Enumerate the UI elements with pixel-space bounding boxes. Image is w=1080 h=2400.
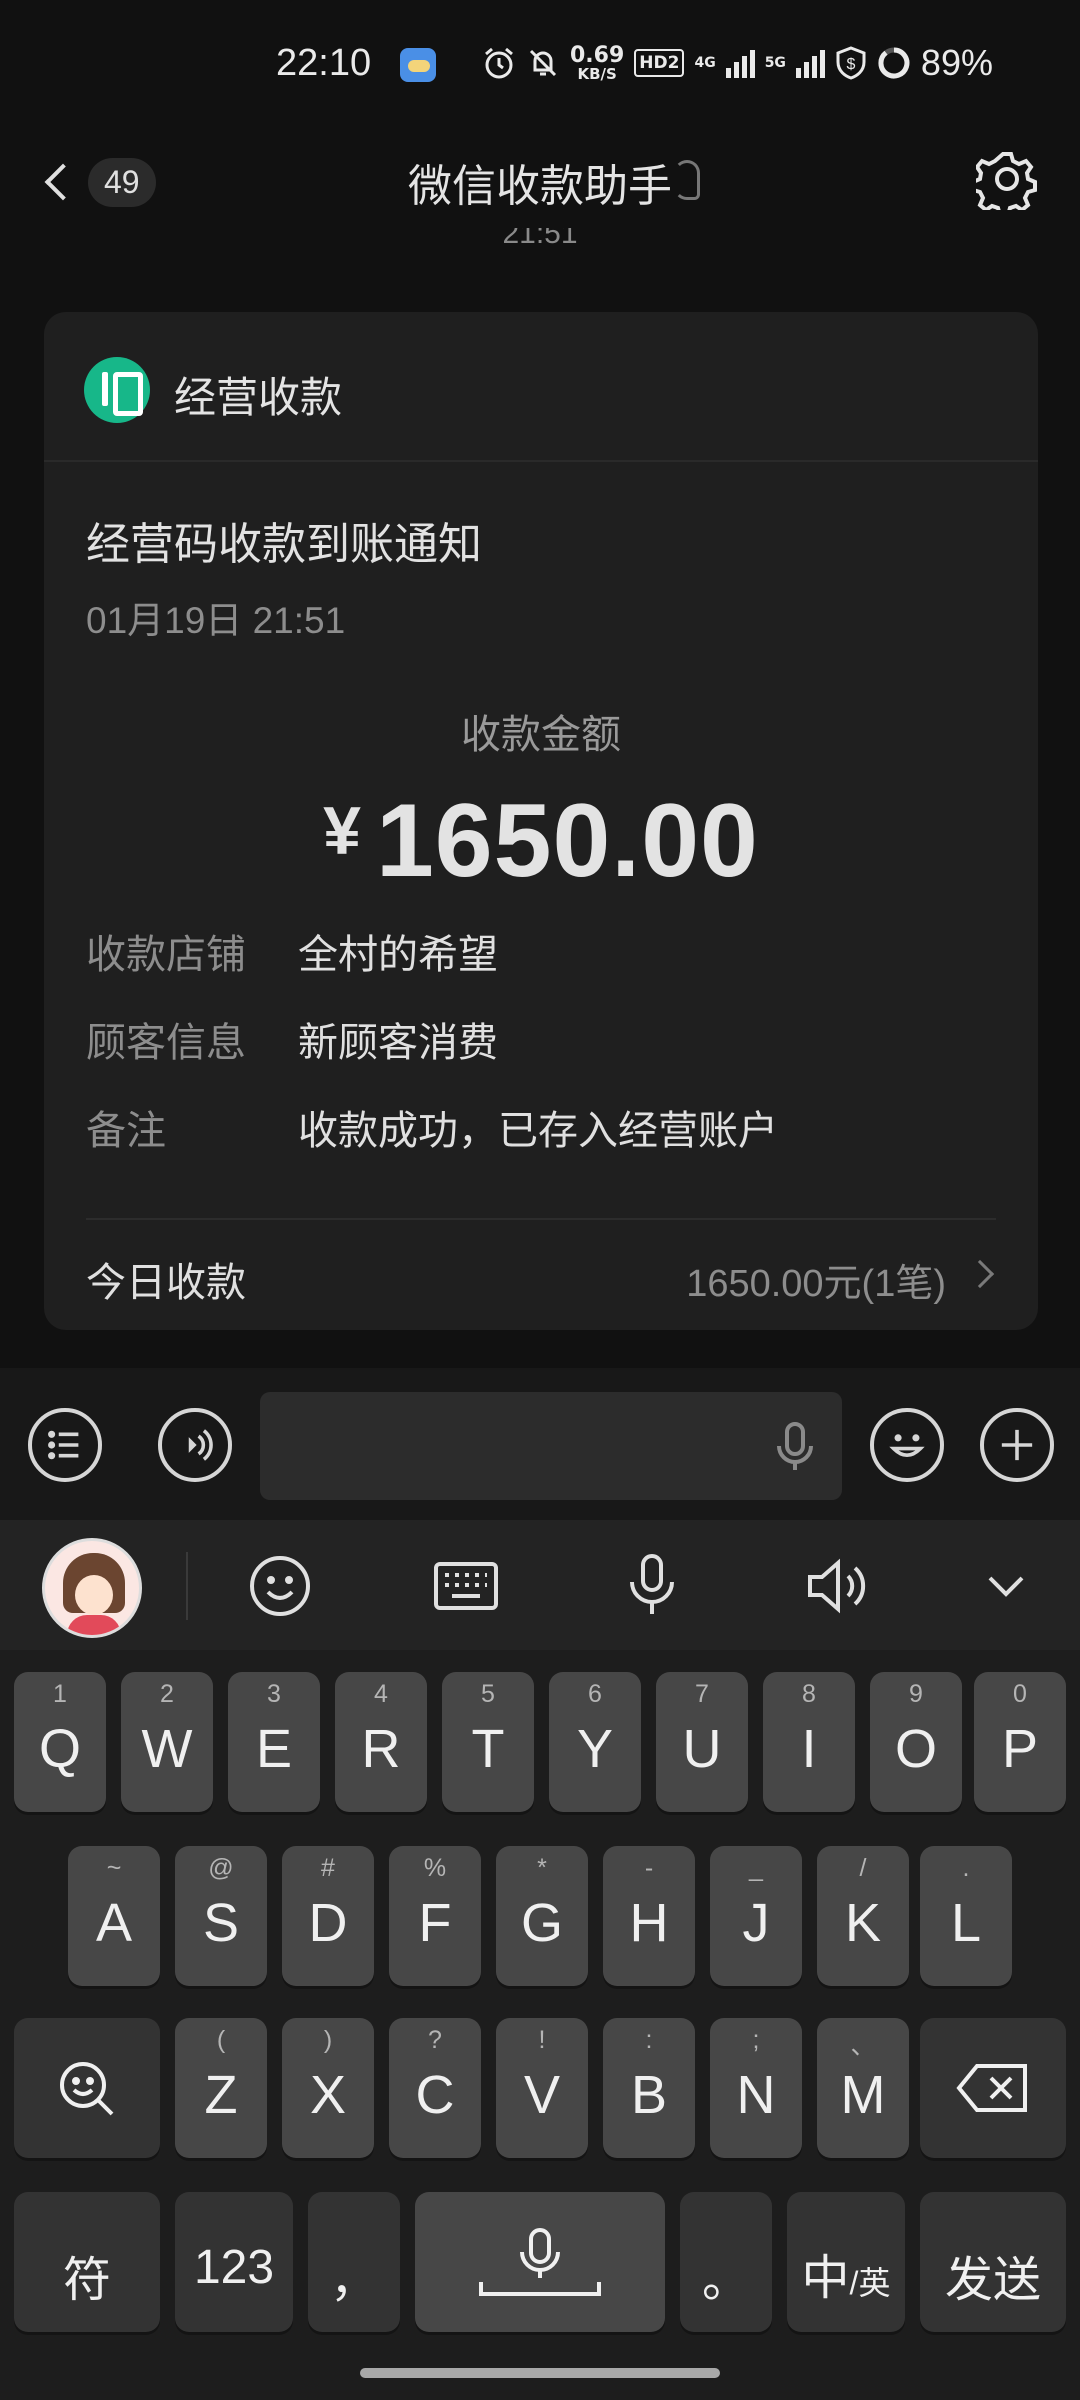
today-summary-link[interactable]: 今日收款 1650.00元(1笔)	[86, 1250, 996, 1310]
status-bar: 22:10 0.69 KB/S HD2 4G 5G $ 89%	[0, 0, 1080, 130]
network-type-2: 5G	[764, 55, 786, 71]
key-w[interactable]: 2W	[121, 1672, 213, 1812]
signal-icon	[725, 48, 755, 78]
key-t[interactable]: 5T	[442, 1672, 534, 1812]
info-key: 顾客信息	[86, 1020, 246, 1066]
soft-keyboard: 1Q 2W 3E 4R 5T 6Y 7U 8I 9O 0P ~ A @ S # D %…	[0, 1520, 1080, 2400]
voice-mode-icon[interactable]	[158, 1408, 232, 1482]
key-h[interactable]: -H	[603, 1846, 695, 1986]
info-value: 全村的希望	[298, 932, 498, 978]
key-l[interactable]: .L	[920, 1846, 1012, 1986]
key-v[interactable]: ! V	[496, 2018, 588, 2158]
battery-percent: 89%	[920, 42, 993, 83]
notice-time: 01月19日 21:51	[86, 600, 346, 641]
chevron-right-icon	[965, 1259, 995, 1289]
search-key[interactable]	[14, 2018, 160, 2158]
toolbar-divider	[186, 1552, 188, 1620]
mute-icon	[529, 49, 557, 77]
alarm-icon	[485, 47, 513, 79]
list-icon[interactable]	[28, 1408, 102, 1482]
key-b[interactable]: :B	[603, 2018, 695, 2158]
signal-icon-2	[795, 48, 825, 78]
key-f[interactable]: % F	[389, 1846, 481, 1986]
svg-text:$: $	[846, 56, 855, 73]
plus-icon[interactable]	[980, 1408, 1054, 1482]
status-icons: 0.69 KB/S HD2 4G 5G $ 89%	[482, 42, 993, 84]
key-y[interactable]: 6Y	[549, 1672, 641, 1812]
key-j[interactable]: _ J	[710, 1846, 802, 1986]
key-p[interactable]: 0P	[974, 1672, 1066, 1812]
amount-label: 收款金额	[461, 712, 621, 758]
key-z[interactable]: (Z	[175, 2018, 267, 2158]
network-type-1: 4G	[694, 55, 716, 71]
key-n[interactable]: ; N	[710, 2018, 802, 2158]
send-key[interactable]: 发送	[920, 2192, 1066, 2332]
key-g[interactable]: * G	[496, 1846, 588, 1986]
status-time: 22:10	[276, 42, 372, 84]
avatar[interactable]	[42, 1538, 142, 1638]
number-key[interactable]: 123	[175, 2192, 293, 2332]
business-logo-icon	[84, 357, 150, 423]
currency-symbol: ¥	[323, 793, 362, 869]
key-q[interactable]: 1Q	[14, 1672, 106, 1812]
key-d[interactable]: # D	[282, 1846, 374, 1986]
divider	[86, 1218, 996, 1220]
key-o[interactable]: 9O	[870, 1672, 962, 1812]
key-i[interactable]: 8I	[763, 1672, 855, 1812]
comma-key[interactable]: ，	[308, 2192, 400, 2332]
key-s[interactable]: @ S	[175, 1846, 267, 1986]
symbol-key[interactable]: 符	[14, 2192, 160, 2332]
speaker-icon[interactable]	[800, 1548, 876, 1624]
key-a[interactable]: ~ A	[68, 1846, 160, 1986]
notice-title: 经营码收款到账通知	[86, 519, 482, 570]
net-speed: 0.69 KB/S	[570, 42, 625, 83]
hd-badge: HD2	[634, 49, 685, 77]
gear-icon[interactable]	[976, 148, 1038, 210]
card-header: 经营收款	[44, 312, 1038, 462]
period-key[interactable]: 。	[680, 2192, 772, 2332]
weather-icon	[400, 48, 436, 82]
key-u[interactable]: 7U	[656, 1672, 748, 1812]
chat-header: 49 微信收款助手	[0, 130, 1080, 230]
mic-icon	[479, 2228, 601, 2296]
home-indicator[interactable]	[360, 2368, 720, 2378]
chevron-down-icon[interactable]	[968, 1548, 1044, 1624]
info-key: 收款店铺	[86, 932, 246, 978]
info-value: 新顾客消费	[298, 1020, 498, 1066]
emoji-icon[interactable]	[242, 1548, 318, 1624]
key-m[interactable]: 、 M	[817, 2018, 909, 2158]
key-x[interactable]: ) X	[282, 2018, 374, 2158]
key-e[interactable]: 3E	[228, 1672, 320, 1812]
mic-icon[interactable]	[614, 1548, 690, 1624]
info-value: 收款成功，已存入经营账户	[298, 1108, 778, 1154]
merchant-label: 经营收款	[174, 373, 343, 422]
mic-icon[interactable]	[770, 1420, 820, 1474]
keyboard-toolbar	[0, 1520, 1080, 1650]
search-emoji-icon	[60, 2062, 114, 2116]
today-label: 今日收款	[86, 1260, 246, 1306]
backspace-icon	[956, 2064, 1027, 2112]
payment-notification-card[interactable]: 经营收款 经营码收款到账通知 01月19日 21:51 收款金额 ¥1650.0…	[44, 312, 1038, 1330]
info-key: 备注	[86, 1108, 166, 1154]
backspace-key[interactable]	[920, 2018, 1066, 2158]
chat-title: 微信收款助手	[408, 161, 672, 212]
space-key[interactable]	[415, 2192, 665, 2332]
language-switch-key[interactable]: 中/英	[787, 2192, 905, 2332]
today-value: 1650.00元(1笔)	[686, 1263, 946, 1305]
amount-value: ¥1650.00	[44, 782, 1038, 901]
keyboard-icon[interactable]	[428, 1548, 504, 1624]
message-input[interactable]	[260, 1392, 842, 1500]
key-c[interactable]: ? C	[389, 2018, 481, 2158]
key-r[interactable]: 4R	[335, 1672, 427, 1812]
chat-input-bar	[0, 1368, 1080, 1520]
key-k[interactable]: / K	[817, 1846, 909, 1986]
battery-icon	[878, 47, 910, 79]
emoji-icon[interactable]	[870, 1408, 944, 1482]
earpiece-mode-icon	[674, 160, 700, 200]
amount-number: 1650.00	[375, 783, 759, 899]
message-timestamp: 21:51	[502, 228, 578, 250]
shield-icon: $	[836, 46, 866, 80]
